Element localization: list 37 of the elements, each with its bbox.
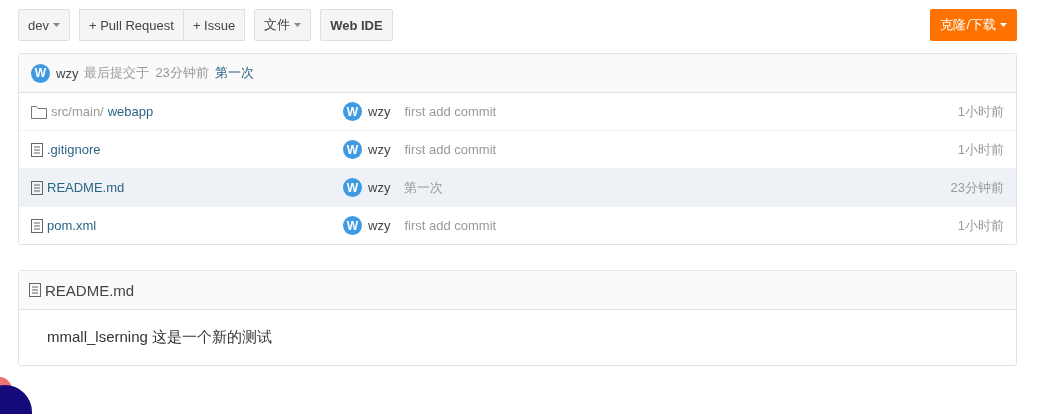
commit-label: 最后提交于 (84, 64, 150, 82)
avatar: W (31, 63, 50, 83)
caret-icon (1000, 23, 1007, 27)
folder-path: src/main/ (51, 104, 104, 119)
commit-author[interactable]: wzy (56, 65, 79, 81)
commit-author[interactable]: wzy (368, 104, 391, 119)
avatar: W (343, 216, 362, 235)
commit-author[interactable]: wzy (368, 142, 391, 157)
folder-icon (31, 104, 47, 119)
file-name[interactable]: pom.xml (47, 218, 97, 233)
toolbar-button[interactable]: + Issue (183, 9, 246, 41)
caret-icon (294, 23, 302, 27)
commit-time: 1小时前 (957, 216, 1004, 235)
readme-text: mmall_lserning 这是一个新的测试 (47, 328, 273, 345)
toolbar-button[interactable]: + Pull Request (78, 9, 184, 41)
file-icon (29, 283, 41, 297)
commit-author[interactable]: wzy (368, 218, 391, 233)
commit-author[interactable]: wzy (368, 180, 391, 195)
file-icon (31, 218, 43, 233)
file-name[interactable]: webapp (107, 104, 154, 119)
commit-time: 1小时前 (957, 140, 1004, 159)
commit-time: 23分钟前 (155, 64, 209, 82)
web-ide-button[interactable]: Web IDE (320, 9, 393, 41)
avatar: W (343, 102, 362, 121)
avatar: W (343, 140, 362, 159)
file-name[interactable]: .gitignore (47, 142, 101, 157)
avatar: W (343, 178, 362, 197)
file-name[interactable]: README.md (47, 180, 125, 195)
file-dropdown[interactable]: 文件 (254, 9, 312, 41)
file-icon (31, 142, 43, 157)
caret-icon (52, 23, 60, 27)
commit-time: 23分钟前 (950, 178, 1004, 197)
file-icon (31, 180, 43, 195)
readme-title: README.md (45, 281, 135, 299)
branch-dropdown[interactable]: dev (18, 9, 70, 41)
commit-time: 1小时前 (957, 102, 1004, 121)
commit-message[interactable]: 第一次 (214, 64, 254, 82)
